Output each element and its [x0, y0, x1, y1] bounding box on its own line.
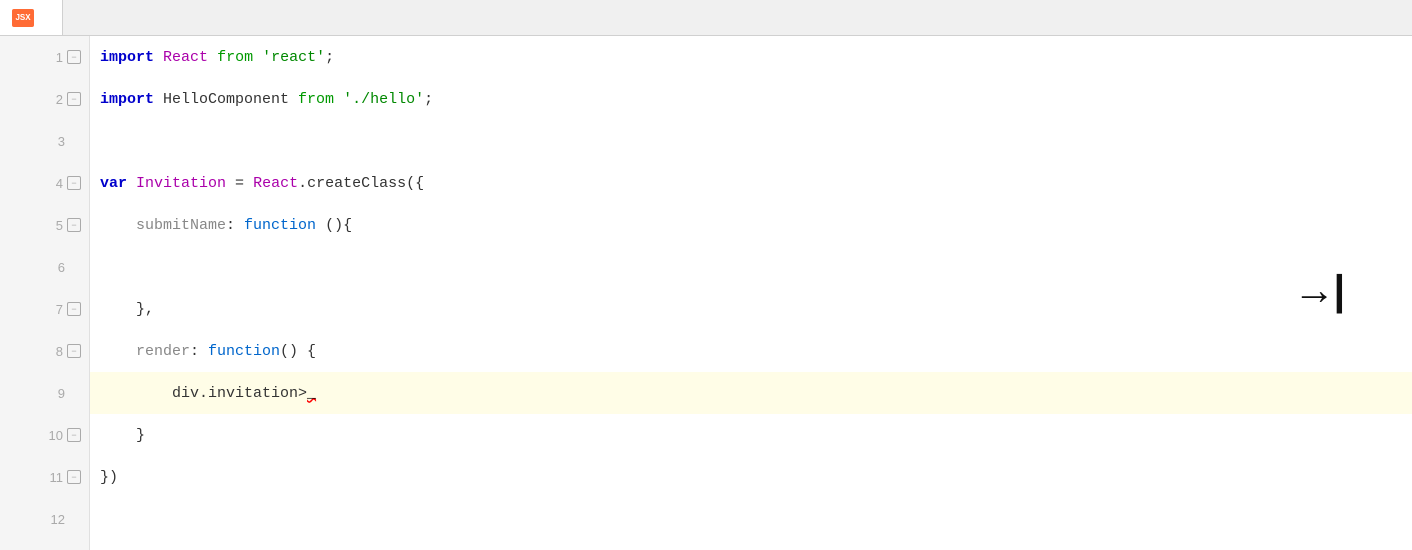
editor-window: JSX 1 − 2 − 3 4 − 5 − 6 7 − 8 − 9 10 − 1… — [0, 0, 1412, 550]
gutter-line: 11 − — [0, 456, 89, 498]
code-line[interactable]: submitName: function (){ — [100, 204, 1412, 246]
gutter-line: 9 — [0, 372, 89, 414]
tab-bar: JSX — [0, 0, 1412, 36]
code-line[interactable] — [100, 120, 1412, 162]
fold-indicator[interactable]: − — [67, 176, 81, 190]
fold-indicator[interactable]: − — [67, 92, 81, 106]
fold-indicator[interactable]: − — [67, 218, 81, 232]
code-line[interactable]: }, — [100, 288, 1412, 330]
token-plain: = — [226, 175, 253, 192]
line-number: 7 — [45, 302, 63, 317]
fold-indicator[interactable]: − — [67, 344, 81, 358]
fold-indicator[interactable]: − — [67, 50, 81, 64]
code-area: 1 − 2 − 3 4 − 5 − 6 7 − 8 − 9 10 − 11 − … — [0, 36, 1412, 550]
line-number: 9 — [47, 386, 65, 401]
line-number: 2 — [45, 92, 63, 107]
token-plain: : — [190, 343, 208, 360]
token-plain: }, — [100, 301, 154, 318]
code-line[interactable]: import React from 'react'; — [100, 36, 1412, 78]
gutter-line: 4 − — [0, 162, 89, 204]
line-number: 6 — [47, 260, 65, 275]
token-cls: Invitation — [136, 175, 226, 192]
token-kw-var: var — [100, 175, 127, 192]
code-line[interactable]: } — [100, 414, 1412, 456]
token-plain: div.invitation> — [100, 385, 307, 402]
token-plain: ; — [424, 91, 433, 108]
gutter-line: 1 − — [0, 36, 89, 78]
code-line[interactable]: import HelloComponent from './hello'; — [100, 78, 1412, 120]
token-kw-function: function — [244, 217, 316, 234]
token-prop: render — [100, 343, 190, 360]
token-plain — [127, 175, 136, 192]
gutter-line: 12 — [0, 498, 89, 540]
code-line[interactable]: div.invitation>_ — [90, 372, 1412, 414]
fold-indicator[interactable]: − — [67, 470, 81, 484]
token-kw-import: import — [100, 49, 154, 66]
token-prop: submitName — [100, 217, 226, 234]
gutter-line: 6 — [0, 246, 89, 288]
token-plain: } — [100, 427, 145, 444]
gutter-line: 2 − — [0, 78, 89, 120]
line-number: 10 — [45, 428, 63, 443]
token-plain: .createClass({ — [298, 175, 424, 192]
token-kw-from: from — [298, 91, 334, 108]
gutter-line: 7 − — [0, 288, 89, 330]
fold-indicator[interactable]: − — [67, 302, 81, 316]
line-number: 12 — [47, 512, 65, 527]
gutter-line: 8 − — [0, 330, 89, 372]
jsx-icon: JSX — [12, 9, 34, 27]
token-cls: React — [253, 175, 298, 192]
code-line[interactable] — [100, 246, 1412, 288]
token-plain — [154, 49, 163, 66]
token-str: './hello' — [343, 91, 424, 108]
token-plain: (){ — [316, 217, 352, 234]
gutter-line: 5 − — [0, 204, 89, 246]
token-kw-from: from — [217, 49, 253, 66]
token-plain — [334, 91, 343, 108]
code-line[interactable]: var Invitation = React.createClass({ — [100, 162, 1412, 204]
line-number: 3 — [47, 134, 65, 149]
token-kw-function: function — [208, 343, 280, 360]
line-number: 1 — [45, 50, 63, 65]
token-plain — [253, 49, 262, 66]
fold-indicator[interactable]: − — [67, 428, 81, 442]
line-number: 4 — [45, 176, 63, 191]
code-line[interactable]: render: function() { — [100, 330, 1412, 372]
line-number: 8 — [45, 344, 63, 359]
line-number: 5 — [45, 218, 63, 233]
file-tab[interactable]: JSX — [0, 0, 63, 35]
token-plain: ; — [325, 49, 334, 66]
gutter: 1 − 2 − 3 4 − 5 − 6 7 − 8 − 9 10 − 11 − … — [0, 36, 90, 550]
token-kw-import: import — [100, 91, 154, 108]
code-line[interactable] — [100, 498, 1412, 540]
token-str: 'react' — [262, 49, 325, 66]
token-plain: () { — [280, 343, 316, 360]
code-line[interactable]: }) — [100, 456, 1412, 498]
line-number: 11 — [45, 470, 63, 485]
gutter-line: 3 — [0, 120, 89, 162]
token-plain: HelloComponent — [154, 91, 298, 108]
token-plain — [208, 49, 217, 66]
token-plain: : — [226, 217, 244, 234]
token-cls: React — [163, 49, 208, 66]
gutter-line: 10 − — [0, 414, 89, 456]
code-lines[interactable]: import React from 'react';import HelloCo… — [90, 36, 1412, 550]
token-plain: }) — [100, 469, 118, 486]
squiggly-error: _ — [307, 385, 316, 402]
